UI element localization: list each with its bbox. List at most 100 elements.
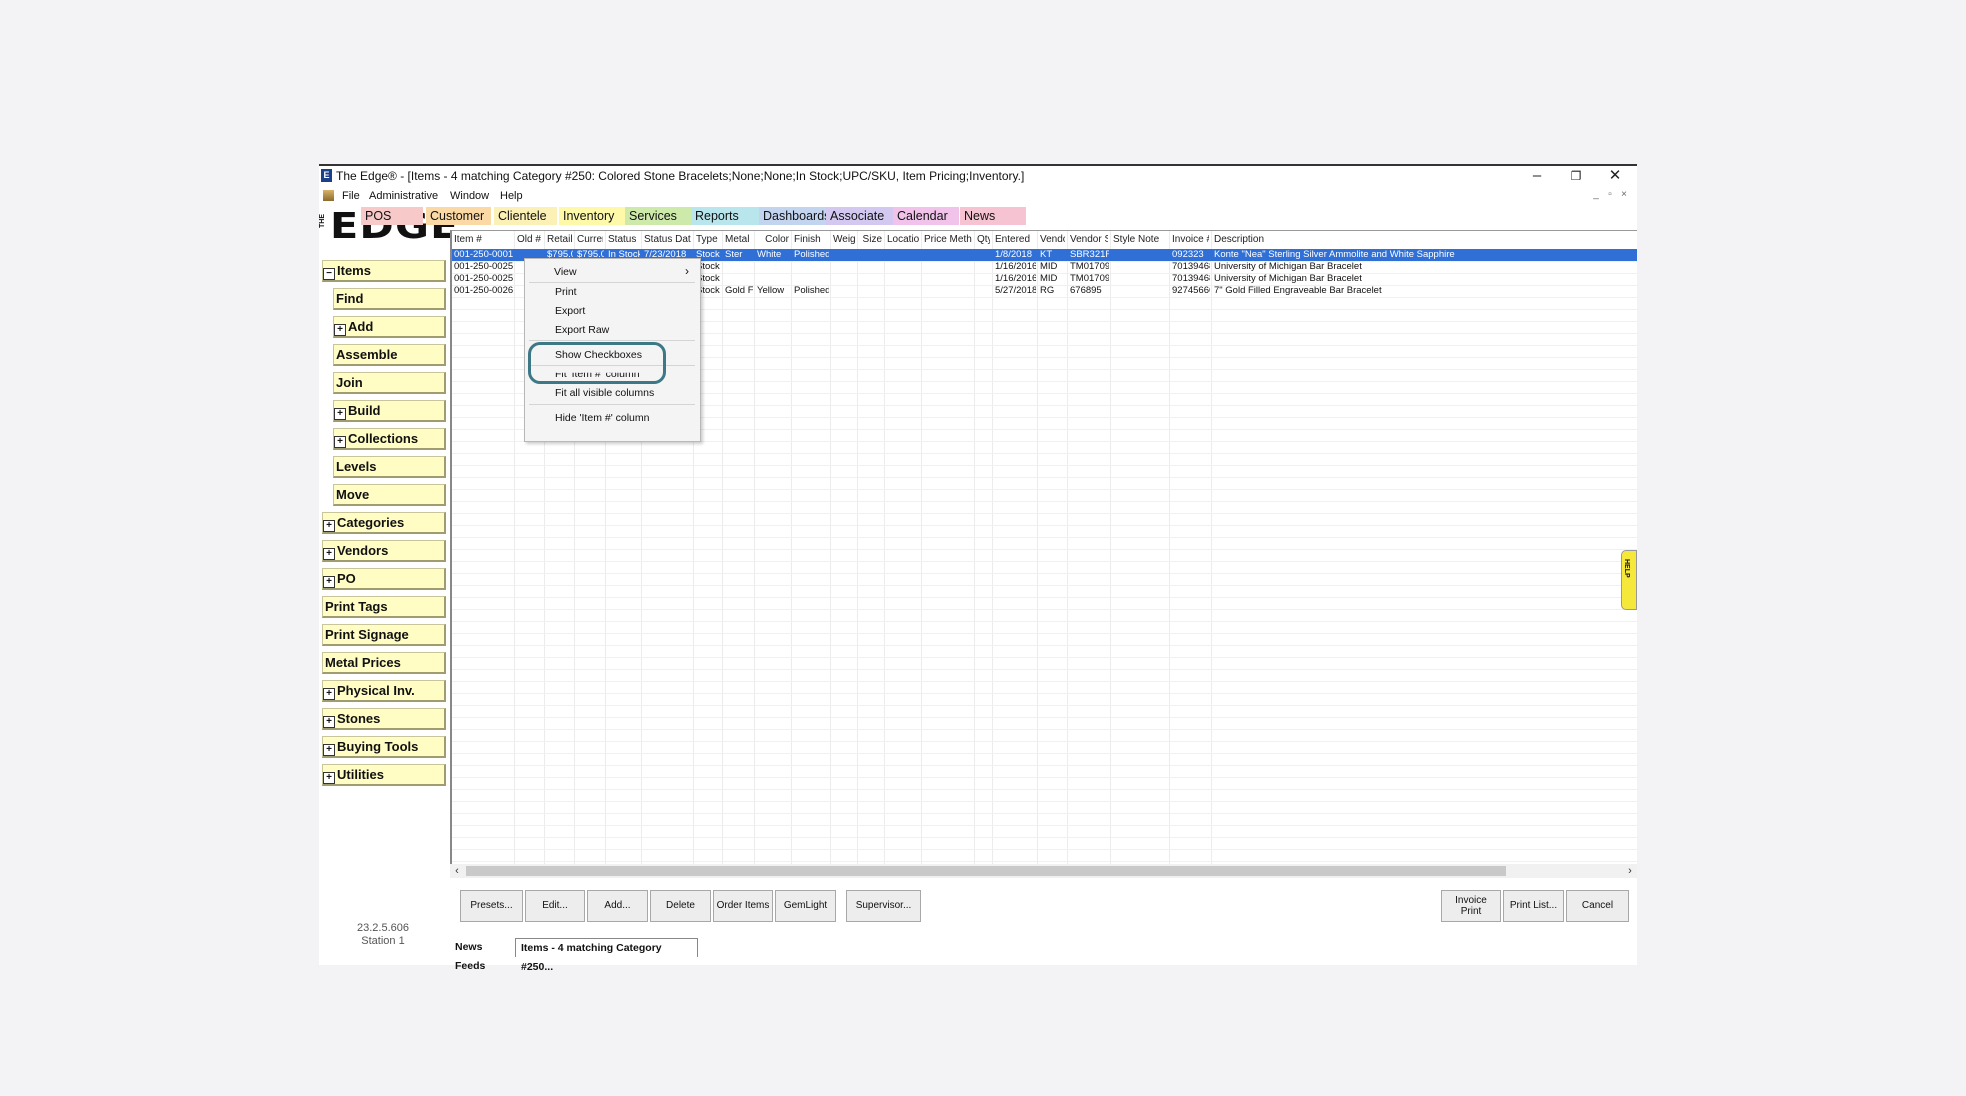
sidebar-item-levels[interactable]: Levels bbox=[333, 456, 446, 478]
column-header-metal[interactable]: Metal bbox=[725, 231, 752, 249]
expand-icon[interactable]: + bbox=[323, 716, 335, 728]
expand-icon[interactable]: + bbox=[334, 324, 346, 336]
column-header-vendor-style[interactable]: Vendor Style bbox=[1070, 231, 1108, 249]
sidebar-item-find[interactable]: Find bbox=[333, 288, 446, 310]
minimize-button[interactable]: – bbox=[1522, 166, 1552, 186]
tab-news[interactable]: News bbox=[960, 207, 1026, 225]
expand-icon[interactable]: + bbox=[323, 772, 335, 784]
grid-row-divider bbox=[452, 681, 1637, 682]
context-item-print[interactable]: Print bbox=[555, 286, 577, 298]
add-button[interactable]: Add... bbox=[587, 890, 648, 922]
invoice-print-button[interactable]: Invoice Print bbox=[1441, 890, 1501, 922]
expand-icon[interactable]: + bbox=[323, 688, 335, 700]
sidebar-item-categories[interactable]: + Categories bbox=[322, 512, 446, 534]
tab-reports[interactable]: Reports bbox=[691, 207, 761, 225]
supervisor-button[interactable]: Supervisor... bbox=[846, 890, 921, 922]
expand-icon[interactable]: + bbox=[334, 436, 346, 448]
column-header-qty[interactable]: Qty bbox=[977, 231, 990, 249]
tab-customer[interactable]: Customer bbox=[426, 207, 491, 225]
grid-row-divider bbox=[452, 453, 1637, 454]
sidebar-item-physical-inv[interactable]: + Physical Inv. bbox=[322, 680, 446, 702]
column-header-type[interactable]: Type bbox=[696, 231, 720, 249]
sidebar-item-utilities[interactable]: + Utilities bbox=[322, 764, 446, 786]
context-item-export[interactable]: Export bbox=[555, 305, 585, 317]
edit-button[interactable]: Edit... bbox=[525, 890, 585, 922]
column-header-entered[interactable]: Entered bbox=[995, 231, 1035, 249]
sidebar-item-vendors[interactable]: + Vendors bbox=[322, 540, 446, 562]
expand-icon[interactable]: + bbox=[334, 408, 346, 420]
mdi-restore-button[interactable]: ▫ bbox=[1604, 189, 1616, 200]
column-header-color[interactable]: Color bbox=[757, 231, 789, 249]
scrollbar-thumb[interactable] bbox=[466, 866, 1506, 876]
horizontal-scrollbar[interactable]: ‹ › bbox=[450, 864, 1637, 878]
close-button[interactable]: ✕ bbox=[1600, 166, 1630, 186]
context-item-export-raw[interactable]: Export Raw bbox=[555, 324, 609, 336]
column-header-old[interactable]: Old # bbox=[517, 231, 542, 249]
grid-row-divider bbox=[452, 597, 1637, 598]
column-header-size[interactable]: Size bbox=[860, 231, 882, 249]
sidebar-item-print-tags[interactable]: Print Tags bbox=[322, 596, 446, 618]
menu-administrative[interactable]: Administrative bbox=[369, 187, 438, 205]
mdi-close-button[interactable]: × bbox=[1618, 189, 1630, 200]
scroll-right-icon[interactable]: › bbox=[1623, 864, 1637, 878]
grid-column-divider bbox=[884, 231, 885, 869]
tab-clientele[interactable]: Clientele bbox=[494, 207, 557, 225]
sidebar-item-stones[interactable]: + Stones bbox=[322, 708, 446, 730]
sidebar-item-print-signage[interactable]: Print Signage bbox=[322, 624, 446, 646]
column-header-current[interactable]: Current bbox=[577, 231, 603, 249]
column-header-status-date[interactable]: Status Date bbox=[644, 231, 691, 249]
column-header-finish[interactable]: Finish bbox=[794, 231, 828, 249]
doc-tab-items[interactable]: Items - 4 matching Category #250... bbox=[515, 938, 698, 973]
print-list-button[interactable]: Print List... bbox=[1503, 890, 1564, 922]
menu-file[interactable]: File bbox=[342, 187, 360, 205]
expand-icon[interactable]: + bbox=[323, 744, 335, 756]
tab-calendar[interactable]: Calendar bbox=[893, 207, 959, 225]
scroll-left-icon[interactable]: ‹ bbox=[450, 864, 464, 878]
grid-row-divider bbox=[452, 705, 1637, 706]
column-header-status[interactable]: Status bbox=[608, 231, 639, 249]
column-header-location[interactable]: Location bbox=[887, 231, 919, 249]
column-header-item[interactable]: Item # bbox=[454, 231, 512, 249]
sidebar-item-po[interactable]: + PO bbox=[322, 568, 446, 590]
tab-dashboards[interactable]: Dashboards bbox=[759, 207, 830, 225]
sidebar-item-join[interactable]: Join bbox=[333, 372, 446, 394]
expand-icon[interactable]: + bbox=[323, 548, 335, 560]
sidebar-item-move[interactable]: Move bbox=[333, 484, 446, 506]
column-header-description[interactable]: Description bbox=[1214, 231, 1637, 249]
gemlight-button[interactable]: GemLight bbox=[775, 890, 836, 922]
context-item-hide-item-column[interactable]: Hide 'Item #' column bbox=[555, 412, 649, 424]
doc-tab-news-feeds[interactable]: News Feeds bbox=[450, 938, 512, 972]
order-items-button[interactable]: Order Items bbox=[713, 890, 773, 922]
mdi-minimize-button[interactable]: _ bbox=[1590, 189, 1602, 200]
grid-column-divider bbox=[921, 231, 922, 869]
expand-icon[interactable]: + bbox=[323, 576, 335, 588]
column-header-retail[interactable]: Retail bbox=[547, 231, 572, 249]
table-cell: 676895 bbox=[1070, 285, 1102, 296]
context-item-fit-all-columns[interactable]: Fit all visible columns bbox=[555, 387, 654, 399]
menu-help[interactable]: Help bbox=[500, 187, 523, 205]
presets-button[interactable]: Presets... bbox=[460, 890, 523, 922]
column-header-invoice[interactable]: Invoice # bbox=[1172, 231, 1209, 249]
tab-pos[interactable]: POS bbox=[361, 207, 423, 225]
column-header-style-note[interactable]: Style Note bbox=[1113, 231, 1167, 249]
menu-window[interactable]: Window bbox=[450, 187, 489, 205]
help-side-tab[interactable]: HELP bbox=[1621, 550, 1637, 610]
sidebar-item-build[interactable]: + Build bbox=[333, 400, 446, 422]
sidebar-item-items[interactable]: − Items bbox=[322, 260, 446, 282]
delete-button[interactable]: Delete bbox=[650, 890, 711, 922]
expand-icon[interactable]: + bbox=[323, 520, 335, 532]
sidebar-item-collections[interactable]: + Collections bbox=[333, 428, 446, 450]
tab-associate[interactable]: Associate bbox=[826, 207, 898, 225]
sidebar-item-assemble[interactable]: Assemble bbox=[333, 344, 446, 366]
sidebar-item-buying-tools[interactable]: + Buying Tools bbox=[322, 736, 446, 758]
sidebar-item-add[interactable]: + Add bbox=[333, 316, 446, 338]
grid-row-divider bbox=[452, 489, 1637, 490]
column-header-price-method[interactable]: Price Method bbox=[924, 231, 972, 249]
context-item-view[interactable]: View bbox=[554, 266, 577, 278]
column-header-vendor[interactable]: Vendor bbox=[1040, 231, 1065, 249]
restore-button[interactable]: ❐ bbox=[1561, 166, 1591, 186]
collapse-icon[interactable]: − bbox=[323, 268, 335, 280]
column-header-weight[interactable]: Weight bbox=[833, 231, 855, 249]
sidebar-item-metal-prices[interactable]: Metal Prices bbox=[322, 652, 446, 674]
cancel-button[interactable]: Cancel bbox=[1566, 890, 1629, 922]
